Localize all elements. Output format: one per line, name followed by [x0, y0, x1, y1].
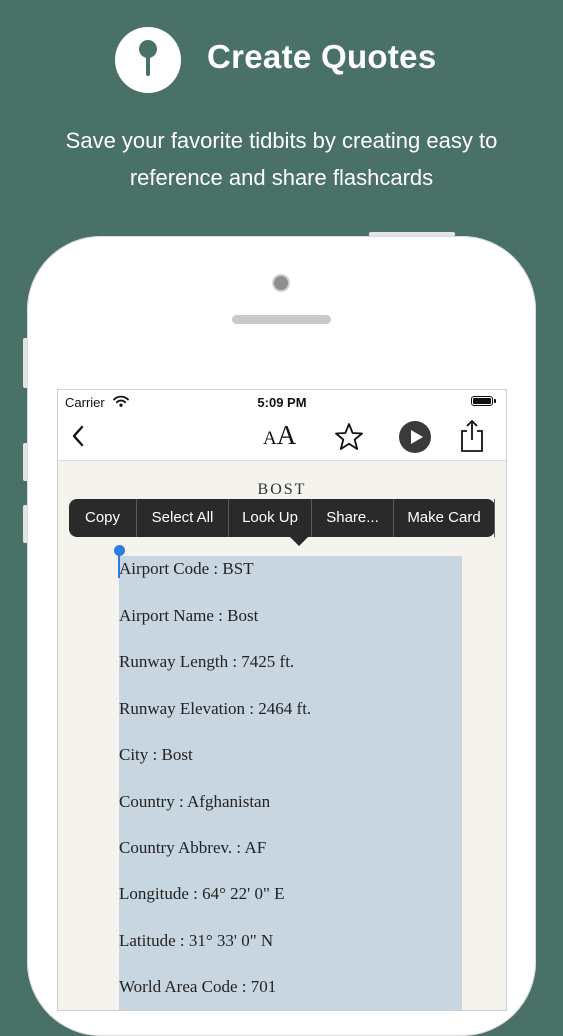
content-line-airport-name: Airport Name : Bost: [119, 606, 259, 625]
hero-title: Create Quotes: [207, 38, 437, 75]
content-line-country-abbrev: Country Abbrev. : AF: [119, 838, 267, 857]
phone-screen: Carrier 5:09 PM AA BOST Airport Code : B…: [57, 389, 507, 1011]
content-line-latitude: Latitude : 31° 33' 0" N: [119, 931, 274, 950]
content-line-city: City : Bost: [119, 745, 193, 764]
battery-icon: [471, 396, 496, 406]
content-line-airport-code: Airport Code : BST: [119, 559, 254, 578]
font-size-big-glyph: A: [276, 420, 297, 450]
edit-context-menu: Copy Select All Look Up Share... Make Ca…: [69, 499, 495, 546]
play-icon[interactable]: [399, 421, 431, 453]
reader-toolbar: AA: [58, 412, 506, 461]
hero-subtitle: Save your favorite tidbits by creating e…: [20, 122, 543, 196]
pin-icon: [115, 27, 181, 93]
font-size-small-glyph: A: [263, 428, 277, 449]
content-line-runway-length: Runway Length : 7425 ft.: [119, 652, 295, 671]
content-line-world-area-code: World Area Code : 701: [119, 977, 277, 996]
content-line-longitude: Longitude : 64° 22' 0" E: [119, 884, 285, 903]
menu-make-card[interactable]: Make Card: [394, 499, 495, 537]
menu-select-all[interactable]: Select All: [137, 499, 229, 537]
status-time: 5:09 PM: [257, 395, 307, 410]
front-camera: [274, 276, 288, 290]
content-line-country: Country : Afghanistan: [119, 792, 271, 811]
menu-share[interactable]: Share...: [312, 499, 394, 537]
pin-stem: [146, 54, 150, 76]
chapter-title: BOST: [257, 481, 307, 498]
hero-subtitle-line-2: reference and share flashcards: [129, 165, 434, 190]
share-icon[interactable]: [459, 419, 485, 453]
hero-subtitle-line-1: Save your favorite tidbits by creating e…: [65, 128, 498, 153]
menu-look-up[interactable]: Look Up: [229, 499, 312, 537]
status-bar: Carrier 5:09 PM: [58, 390, 506, 412]
back-icon[interactable]: [70, 424, 86, 448]
menu-copy[interactable]: Copy: [69, 499, 137, 537]
font-size-icon[interactable]: AA: [263, 422, 296, 453]
star-icon[interactable]: [334, 422, 364, 452]
content-line-runway-elevation: Runway Elevation : 2464 ft.: [119, 699, 312, 718]
menu-pointer-arrow: [290, 537, 308, 546]
earpiece-speaker: [232, 315, 331, 324]
